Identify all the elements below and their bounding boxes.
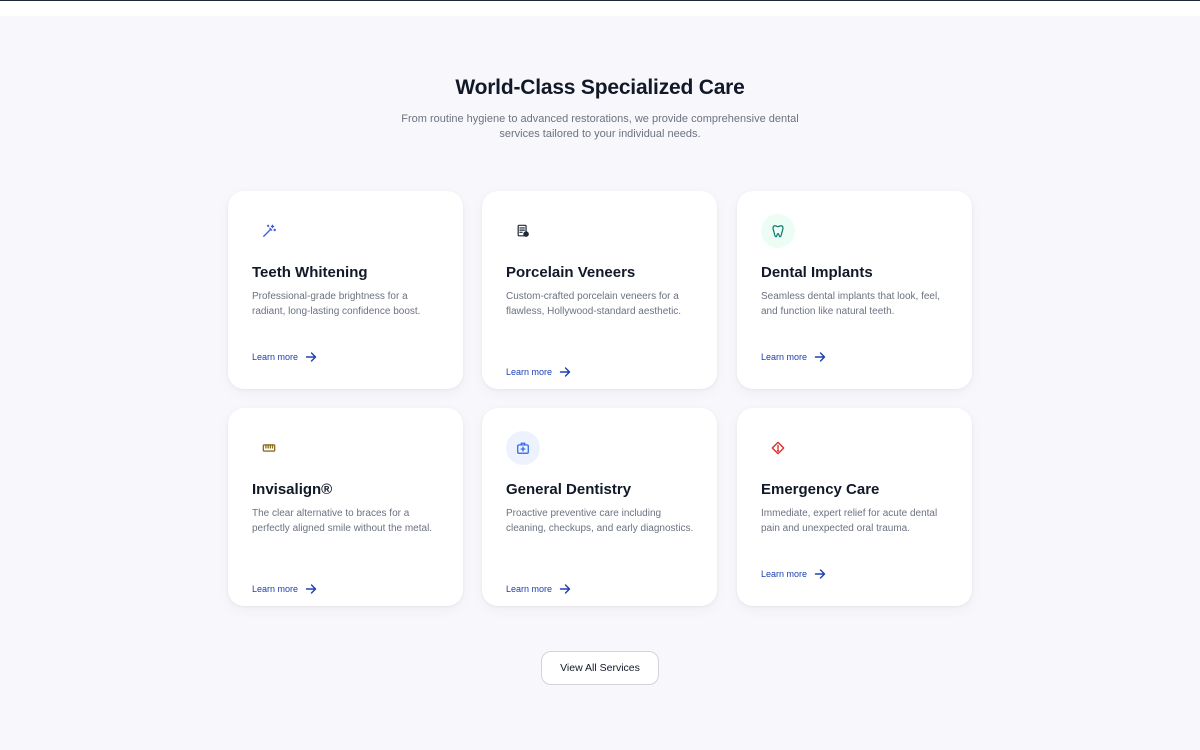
arrow-right-icon bbox=[814, 352, 826, 362]
alert-diamond-icon bbox=[761, 431, 795, 465]
arrow-right-icon bbox=[814, 569, 826, 579]
magic-wand-icon bbox=[252, 214, 286, 248]
service-card-porcelain-veneers: Porcelain Veneers Custom-crafted porcela… bbox=[482, 191, 717, 389]
service-description: Immediate, expert relief for acute denta… bbox=[761, 508, 938, 534]
arrow-right-icon bbox=[305, 584, 317, 594]
section-title: World-Class Specialized Care bbox=[455, 76, 745, 99]
learn-more-link-general-dentistry[interactable]: Learn more bbox=[506, 583, 571, 595]
learn-more-link-teeth-whitening[interactable]: Learn more bbox=[252, 351, 317, 363]
tooth-icon bbox=[761, 214, 795, 248]
view-all-services-button[interactable]: View All Services bbox=[541, 651, 659, 685]
service-description: Custom-crafted porcelain veneers for a f… bbox=[506, 291, 682, 317]
medical-kit-icon bbox=[506, 431, 540, 465]
learn-more-link-porcelain-veneers[interactable]: Learn more bbox=[506, 366, 571, 378]
learn-more-label: Learn more bbox=[252, 352, 299, 362]
service-title: General Dentistry bbox=[506, 481, 632, 498]
service-card-emergency-care: Emergency Care Immediate, expert relief … bbox=[737, 408, 972, 606]
arrow-right-icon bbox=[559, 584, 571, 594]
service-description: Proactive preventive care including clea… bbox=[506, 508, 694, 534]
service-card-general-dentistry: General Dentistry Proactive preventive c… bbox=[482, 408, 717, 606]
service-title: Teeth Whitening bbox=[252, 264, 368, 281]
service-title: Invisalign® bbox=[252, 481, 333, 498]
learn-more-link-emergency-care[interactable]: Learn more bbox=[761, 568, 826, 580]
service-card-teeth-whitening: Teeth Whitening Professional-grade brigh… bbox=[228, 191, 463, 389]
learn-more-label: Learn more bbox=[506, 584, 553, 594]
document-badge-icon bbox=[506, 214, 540, 248]
service-card-invisalign: Invisalign® The clear alternative to bra… bbox=[228, 408, 463, 606]
learn-more-link-invisalign[interactable]: Learn more bbox=[252, 583, 317, 595]
learn-more-label: Learn more bbox=[252, 584, 299, 594]
service-title: Porcelain Veneers bbox=[506, 264, 636, 281]
learn-more-label: Learn more bbox=[761, 352, 808, 362]
service-description: Professional-grade brightness for a radi… bbox=[252, 291, 421, 317]
arrow-right-icon bbox=[305, 352, 317, 362]
arrow-right-icon bbox=[559, 367, 571, 377]
learn-more-label: Learn more bbox=[761, 569, 808, 579]
service-title: Dental Implants bbox=[761, 264, 873, 281]
section-subtitle: From routine hygiene to advanced restora… bbox=[401, 113, 799, 140]
service-description: Seamless dental implants that look, feel… bbox=[761, 291, 940, 317]
aligner-icon bbox=[252, 431, 286, 465]
header-strip bbox=[0, 1, 1200, 16]
learn-more-link-dental-implants[interactable]: Learn more bbox=[761, 351, 826, 363]
service-description: The clear alternative to braces for a pe… bbox=[252, 508, 433, 534]
service-card-dental-implants: Dental Implants Seamless dental implants… bbox=[737, 191, 972, 389]
learn-more-label: Learn more bbox=[506, 367, 553, 377]
service-title: Emergency Care bbox=[761, 481, 880, 498]
